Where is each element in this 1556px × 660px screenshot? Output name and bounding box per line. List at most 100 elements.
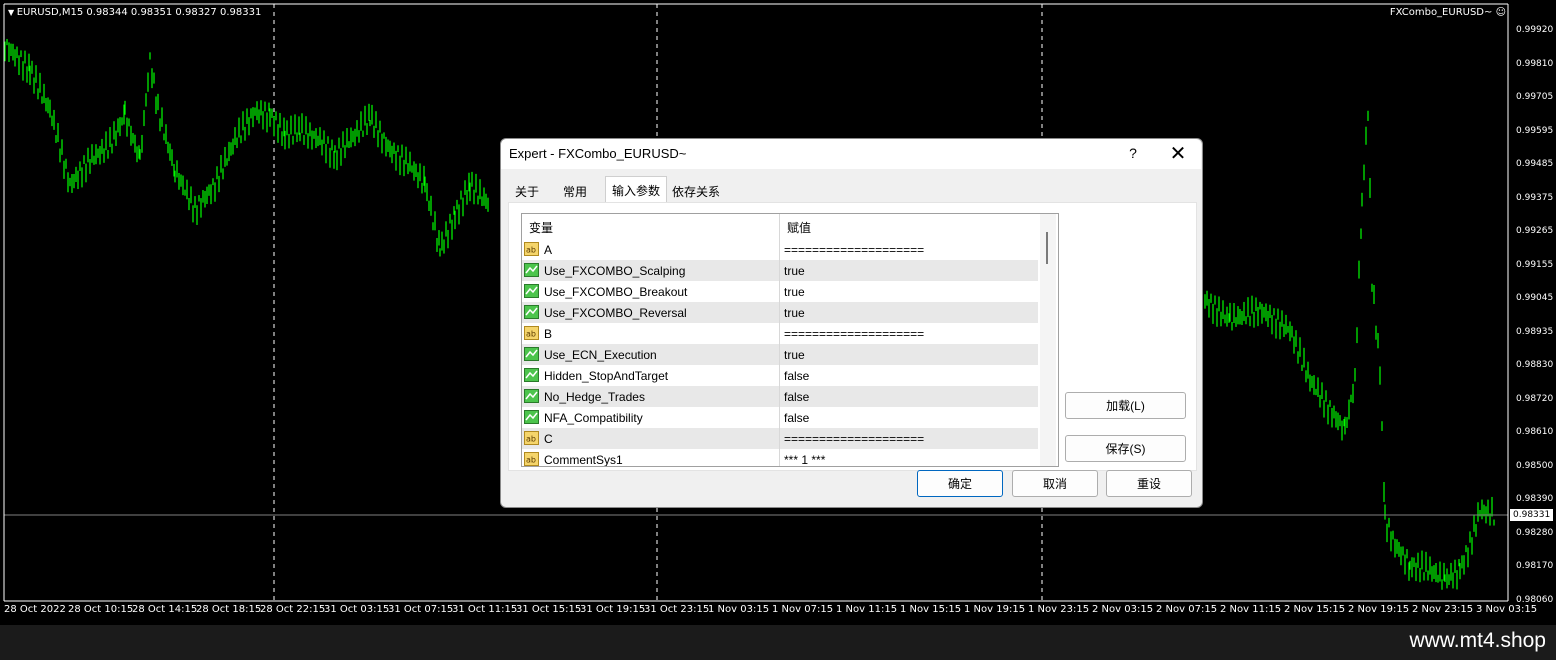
time-tick: 2 Nov 11:15 xyxy=(1220,604,1282,615)
table-header: 变量 赋值 xyxy=(522,214,1038,238)
svg-text:ab: ab xyxy=(526,330,536,339)
time-tick: 28 Oct 2022 xyxy=(4,604,66,615)
price-tick: 0.99705 xyxy=(1516,92,1554,102)
bool-param-icon xyxy=(524,389,539,403)
save-button[interactable]: 保存(S) xyxy=(1065,435,1186,462)
price-tick: 0.98610 xyxy=(1516,427,1554,437)
time-tick: 31 Oct 15:15 xyxy=(516,604,582,615)
param-name: Use_ECN_Execution xyxy=(544,348,657,362)
time-tick: 3 Nov 03:15 xyxy=(1476,604,1538,615)
param-value[interactable]: false xyxy=(784,369,809,383)
time-tick: 31 Oct 23:15 xyxy=(644,604,710,615)
dialog-titlebar[interactable]: Expert - FXCombo_EURUSD~ ? ✕ xyxy=(501,139,1201,169)
cancel-button[interactable]: 取消 xyxy=(1012,470,1098,497)
param-value[interactable]: ==================== xyxy=(784,327,924,341)
table-row[interactable]: NFA_Compatibility false xyxy=(522,407,1038,428)
reset-button[interactable]: 重设 xyxy=(1106,470,1192,497)
price-tick: 0.98720 xyxy=(1516,393,1554,404)
table-row[interactable]: ab C ==================== xyxy=(522,428,1038,449)
svg-text:ab: ab xyxy=(526,456,536,465)
param-name: No_Hedge_Trades xyxy=(544,390,645,404)
param-value[interactable]: false xyxy=(784,390,809,404)
tab-about[interactable]: 关于 xyxy=(515,179,555,200)
price-tick: 0.99265 xyxy=(1516,226,1554,236)
price-tick: 0.99595 xyxy=(1516,125,1554,136)
bool-param-icon xyxy=(524,263,539,277)
time-tick: 2 Nov 23:15 xyxy=(1412,604,1474,615)
bool-param-icon xyxy=(524,410,539,424)
param-name: NFA_Compatibility xyxy=(544,411,643,425)
param-name: Hidden_StopAndTarget xyxy=(544,369,669,383)
time-tick: 2 Nov 19:15 xyxy=(1348,604,1410,615)
time-tick: 31 Oct 03:15 xyxy=(324,604,390,615)
footer-bar: www.mt4.shop xyxy=(0,625,1556,660)
bool-param-icon xyxy=(524,368,539,382)
bool-param-icon xyxy=(524,347,539,361)
table-row[interactable]: Hidden_StopAndTarget false xyxy=(522,365,1038,386)
tab-common[interactable]: 常用 xyxy=(563,179,603,200)
param-name: Use_FXCOMBO_Breakout xyxy=(544,285,688,299)
tab-dependencies[interactable]: 依存关系 xyxy=(672,179,732,200)
param-value[interactable]: ==================== xyxy=(784,243,924,257)
time-tick: 2 Nov 03:15 xyxy=(1092,604,1154,615)
text-param-icon: ab xyxy=(524,242,539,256)
time-tick: 1 Nov 07:15 xyxy=(772,604,834,615)
table-row[interactable]: ab A ==================== xyxy=(522,239,1038,260)
param-value[interactable]: *** 1 *** xyxy=(784,453,825,466)
current-price-tag: 0.98331 xyxy=(1510,509,1554,521)
expert-label[interactable]: FXCombo_EURUSD~ ☺ xyxy=(1390,7,1506,18)
time-tick: 31 Oct 07:15 xyxy=(388,604,454,615)
param-name: Use_FXCOMBO_Scalping xyxy=(544,264,686,278)
text-param-icon: ab xyxy=(524,326,539,340)
scrollbar-thumb[interactable] xyxy=(1046,232,1048,264)
table-row[interactable]: Use_FXCOMBO_Scalping true xyxy=(522,260,1038,281)
param-value[interactable]: true xyxy=(784,348,805,362)
time-tick: 1 Nov 15:15 xyxy=(900,604,962,615)
param-value[interactable]: ==================== xyxy=(784,432,924,446)
table-row[interactable]: ab CommentSys1 *** 1 *** xyxy=(522,449,1038,467)
time-tick: 31 Oct 19:15 xyxy=(580,604,646,615)
header-value[interactable]: 赋值 xyxy=(787,219,811,236)
column-separator[interactable] xyxy=(779,214,780,466)
svg-text:ab: ab xyxy=(526,246,536,255)
param-value[interactable]: true xyxy=(784,306,805,320)
price-tick: 0.99920 xyxy=(1516,25,1554,35)
vertical-scrollbar[interactable] xyxy=(1040,214,1056,466)
table-row[interactable]: No_Hedge_Trades false xyxy=(522,386,1038,407)
table-row[interactable]: ab B ==================== xyxy=(522,323,1038,344)
price-tick: 0.98280 xyxy=(1516,527,1554,538)
time-tick: 2 Nov 15:15 xyxy=(1284,604,1346,615)
expert-dialog: Expert - FXCombo_EURUSD~ ? ✕ 关于 常用 输入参数 … xyxy=(500,138,1203,508)
price-tick: 0.99155 xyxy=(1516,259,1554,270)
price-tick: 0.99810 xyxy=(1516,58,1554,69)
time-tick: 28 Oct 14:15 xyxy=(132,604,198,615)
parameters-table[interactable]: 变量 赋值 ab A ==================== Use_FXCOMBO… xyxy=(521,213,1059,467)
param-name: C xyxy=(544,432,553,446)
param-value[interactable]: true xyxy=(784,285,805,299)
param-name: CommentSys1 xyxy=(544,453,623,467)
time-tick: 28 Oct 22:15 xyxy=(260,604,326,615)
tab-inputs[interactable]: 输入参数 xyxy=(605,176,667,202)
price-tick: 0.98830 xyxy=(1516,360,1554,370)
symbol-info: ▼ EURUSD,M15 0.98344 0.98351 0.98327 0.9… xyxy=(8,7,262,18)
ok-button[interactable]: 确定 xyxy=(917,470,1003,497)
help-button[interactable]: ? xyxy=(1123,145,1143,161)
load-button[interactable]: 加载(L) xyxy=(1065,392,1186,419)
param-value[interactable]: false xyxy=(784,411,809,425)
dialog-title: Expert - FXCombo_EURUSD~ xyxy=(509,146,687,161)
table-row[interactable]: Use_FXCOMBO_Reversal true xyxy=(522,302,1038,323)
price-tick: 0.99485 xyxy=(1516,159,1554,169)
table-row[interactable]: Use_ECN_Execution true xyxy=(522,344,1038,365)
price-tick: 0.98935 xyxy=(1516,326,1554,337)
header-variable[interactable]: 变量 xyxy=(529,219,553,236)
param-name: Use_FXCOMBO_Reversal xyxy=(544,306,687,320)
close-icon[interactable]: ✕ xyxy=(1165,141,1191,166)
time-tick: 2 Nov 07:15 xyxy=(1156,604,1218,615)
time-tick: 28 Oct 18:15 xyxy=(196,604,262,615)
price-tick: 0.99045 xyxy=(1516,293,1554,303)
inputs-panel: 变量 赋值 ab A ==================== Use_FXCOMBO… xyxy=(508,202,1197,471)
time-tick: 1 Nov 19:15 xyxy=(964,604,1026,615)
table-row[interactable]: Use_FXCOMBO_Breakout true xyxy=(522,281,1038,302)
param-name: B xyxy=(544,327,553,341)
param-value[interactable]: true xyxy=(784,264,805,278)
